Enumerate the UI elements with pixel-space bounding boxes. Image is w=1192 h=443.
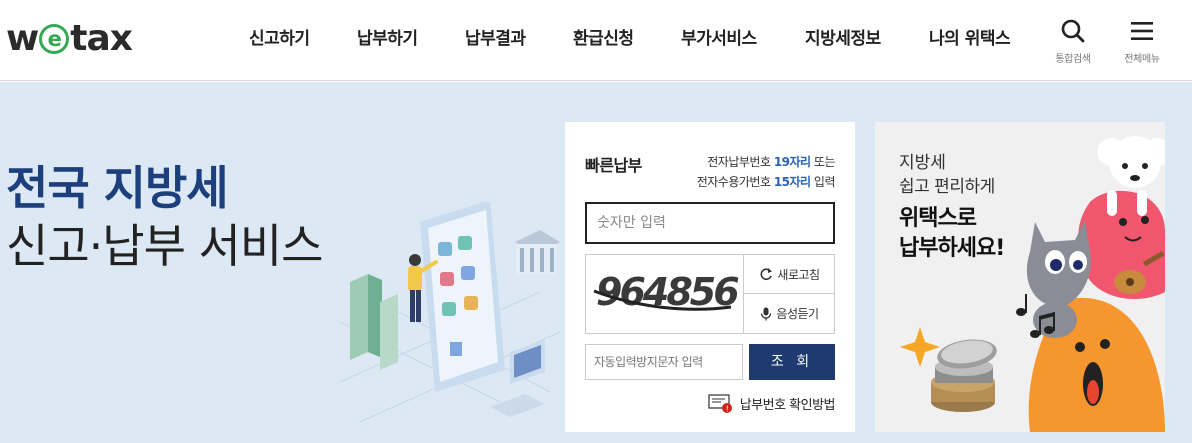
hint-highlight: 19자리 bbox=[773, 155, 811, 169]
hint-text: 전자수용가번호 bbox=[696, 175, 774, 189]
captcha-audio-button[interactable]: 음성듣기 bbox=[744, 294, 835, 333]
audio-label: 음성듣기 bbox=[776, 307, 819, 321]
captcha-graphic: 964856 bbox=[593, 270, 742, 314]
search-icon bbox=[1061, 19, 1085, 43]
quick-pay-hint: 전자납부번호 19자리 또는 전자수용가번호 15자리 입력 bbox=[696, 152, 836, 192]
search-caption: 통합검색 bbox=[1055, 54, 1091, 65]
hint-line-2: 전자수용가번호 15자리 입력 bbox=[696, 172, 836, 192]
nav-item-pay[interactable]: 납부하기 bbox=[357, 24, 418, 49]
promo-line-4: 납부하세요! bbox=[899, 236, 1005, 261]
hero-section: 전국 지방세 신고·납부 서비스 빠른납부 전자납부번호 19자리 또는 전자수… bbox=[0, 82, 1192, 443]
hint-text: 전자납부번호 bbox=[707, 155, 774, 169]
wetax-logo[interactable]: w e tax bbox=[6, 16, 133, 60]
nav-item-tax-info[interactable]: 지방세정보 bbox=[805, 24, 881, 49]
hint-text: 입력 bbox=[810, 175, 836, 189]
menu-caption: 전체메뉴 bbox=[1124, 54, 1160, 65]
nav-item-extra-services[interactable]: 부가서비스 bbox=[681, 24, 757, 49]
nav-item-refund[interactable]: 환급신청 bbox=[573, 24, 634, 49]
captcha-box: 964856 새로고침 음성듣기 bbox=[585, 254, 835, 334]
svg-text:!: ! bbox=[725, 405, 728, 414]
payment-number-input[interactable]: 숫자만 입력 bbox=[585, 202, 835, 244]
lookup-button[interactable]: 조 회 bbox=[749, 344, 835, 380]
payment-number-howto-link[interactable]: ! 납부번호 확인방법 bbox=[708, 392, 836, 414]
nav-item-pay-result[interactable]: 납부결과 bbox=[465, 24, 526, 49]
hint-line-1: 전자납부번호 19자리 또는 bbox=[697, 152, 835, 172]
promo-line-1: 지방세 bbox=[899, 153, 946, 173]
full-menu-button[interactable]: 전체메뉴 bbox=[1112, 18, 1172, 65]
logo-text-tax: tax bbox=[70, 17, 133, 59]
hero-subtitle: 신고·납부 서비스 bbox=[6, 219, 323, 273]
captcha-refresh-button[interactable]: 새로고침 bbox=[744, 255, 835, 294]
quick-pay-card: 빠른납부 전자납부번호 19자리 또는 전자수용가번호 15자리 입력 숫자만 … bbox=[565, 122, 855, 432]
quick-pay-title: 빠른납부 bbox=[585, 156, 642, 175]
refresh-icon bbox=[760, 268, 773, 280]
microphone-icon bbox=[761, 307, 772, 320]
promo-line-3: 위택스로 bbox=[899, 206, 977, 231]
refresh-label: 새로고침 bbox=[777, 267, 820, 282]
nav-item-report[interactable]: 신고하기 bbox=[249, 24, 310, 49]
logo-e-mark: e bbox=[39, 24, 70, 54]
logo-text-w: w bbox=[6, 17, 39, 59]
nav-item-my-wetax[interactable]: 나의 위택스 bbox=[929, 24, 1011, 49]
hamburger-menu-icon bbox=[1131, 22, 1153, 40]
receipt-help-icon: ! bbox=[708, 394, 732, 414]
captcha-answer-input[interactable]: 자동입력방지문자 입력 bbox=[585, 344, 743, 380]
howto-label: 납부번호 확인방법 bbox=[739, 397, 836, 413]
hero-title: 전국 지방세 bbox=[6, 161, 229, 215]
hint-highlight: 15자리 bbox=[773, 175, 811, 189]
promo-line-2: 쉽고 편리하게 bbox=[899, 177, 995, 197]
hint-text: 또는 bbox=[810, 155, 836, 169]
integrated-search-button[interactable]: 통합검색 bbox=[1043, 18, 1103, 65]
captcha-image: 964856 bbox=[586, 255, 744, 333]
site-header: w e tax 신고하기 납부하기 납부결과 환급신청 부가서비스 지방세정보 나의… bbox=[0, 0, 1192, 81]
promo-banner[interactable]: 지방세 쉽고 편리하게 위택스로 납부하세요! bbox=[875, 122, 1165, 432]
city-tablet-illustration bbox=[340, 202, 560, 423]
